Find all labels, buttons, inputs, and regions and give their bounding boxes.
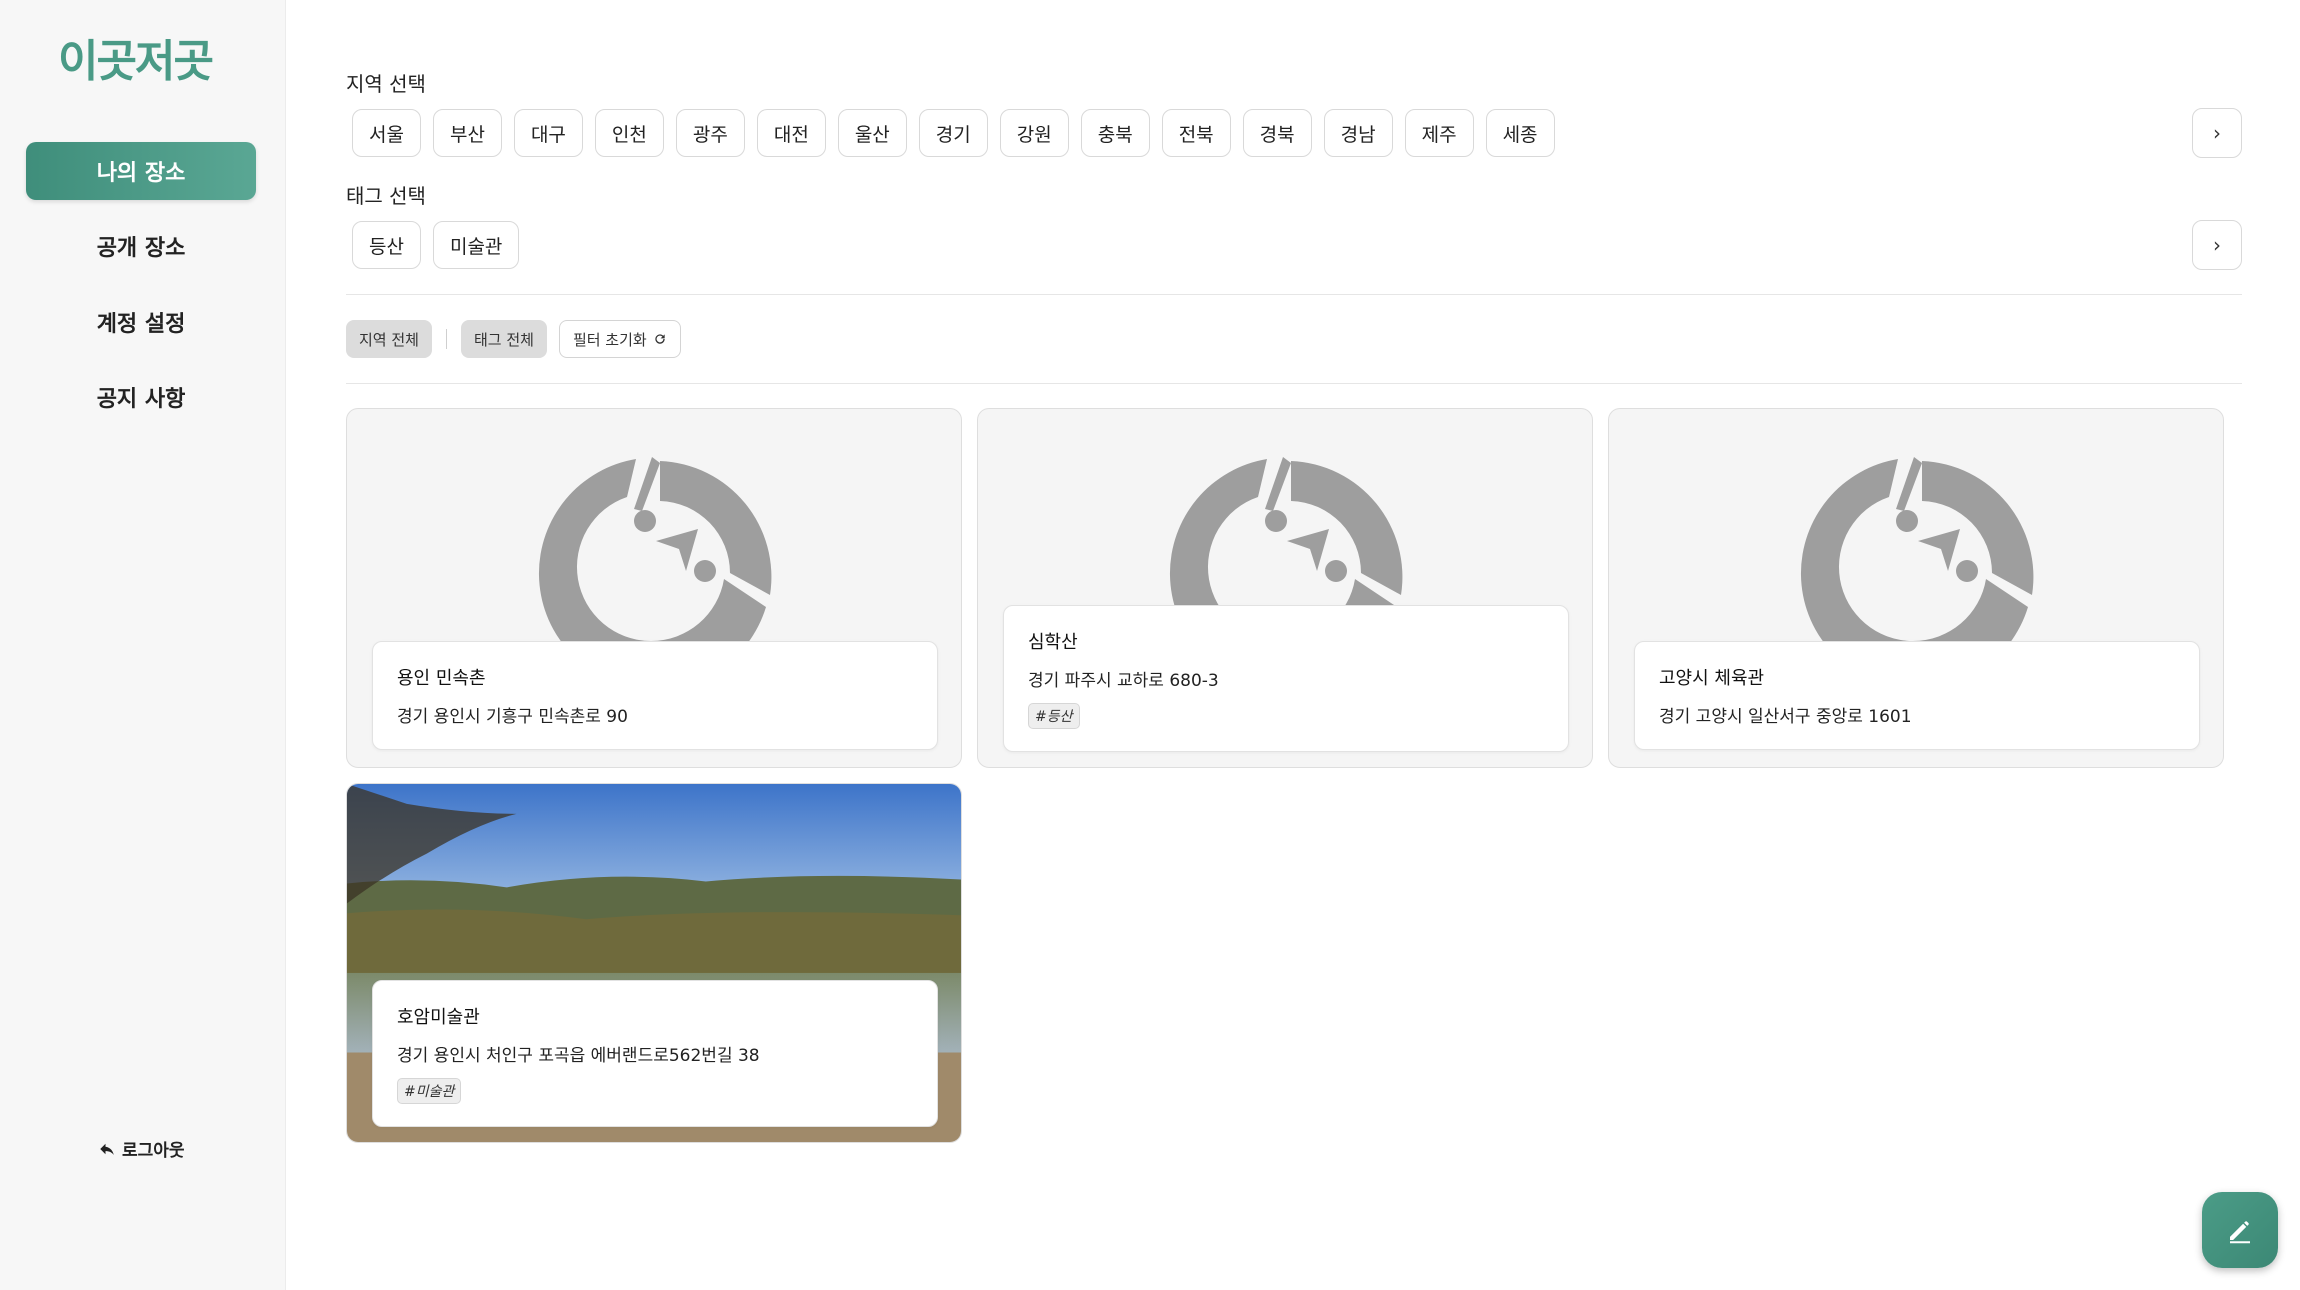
region-all-filter[interactable]: 지역 전체 bbox=[346, 320, 432, 358]
sidebar-item-label: 계정 설정 bbox=[96, 312, 186, 337]
compass-placeholder-icon bbox=[538, 457, 772, 649]
place-title: 심학산 bbox=[1028, 632, 1078, 653]
region-select-title: 지역 선택 bbox=[346, 72, 426, 96]
reply-arrow-icon bbox=[100, 1143, 114, 1155]
sidebar-item-notices[interactable]: 공지 사항 bbox=[26, 368, 256, 426]
place-title: 용인 민속촌 bbox=[397, 668, 486, 689]
tag-select-title: 태그 선택 bbox=[346, 184, 426, 208]
region-scroll-next-button[interactable]: › bbox=[2192, 108, 2242, 158]
region-chip[interactable]: 전북 bbox=[1161, 109, 1231, 157]
place-title: 고양시 체육관 bbox=[1659, 668, 1765, 689]
place-address: 경기 파주시 교하로 680-3 bbox=[1028, 671, 1219, 691]
chevron-right-icon: › bbox=[2213, 233, 2221, 257]
reset-filter-button[interactable]: 필터 초기화 bbox=[558, 320, 681, 358]
filter-separator bbox=[445, 329, 447, 349]
tag-all-label: 태그 전체 bbox=[473, 330, 534, 349]
sidebar-item-label: 나의 장소 bbox=[96, 161, 186, 186]
sidebar-item-public-places[interactable]: 공개 장소 bbox=[26, 217, 256, 275]
place-address: 경기 용인시 처인구 포곡읍 에버랜드로562번길 38 bbox=[397, 1046, 760, 1066]
app-logo[interactable]: 이곳저곳 bbox=[58, 30, 214, 87]
place-info-box: 호암미술관 경기 용인시 처인구 포곡읍 에버랜드로562번길 38 #미술관 bbox=[372, 980, 938, 1127]
compass-placeholder-icon bbox=[1800, 457, 2034, 649]
region-chip[interactable]: 부산 bbox=[432, 109, 502, 157]
place-title: 호암미술관 bbox=[397, 1007, 480, 1028]
region-chip[interactable]: 광주 bbox=[675, 109, 745, 157]
place-card[interactable]: 용인 민속촌 경기 용인시 기흥구 민속촌로 90 bbox=[346, 408, 962, 768]
logout-label: 로그아웃 bbox=[122, 1141, 185, 1161]
region-chip[interactable]: 충북 bbox=[1080, 109, 1150, 157]
place-info-box: 용인 민속촌 경기 용인시 기흥구 민속촌로 90 bbox=[372, 641, 938, 750]
tag-chip-list: 등산 미술관 bbox=[352, 221, 520, 269]
tag-chip[interactable]: 등산 bbox=[352, 221, 421, 269]
active-filter-bar: 지역 전체 태그 전체 필터 초기화 bbox=[346, 320, 681, 358]
divider bbox=[346, 383, 2242, 384]
place-card[interactable]: 호암미술관 경기 용인시 처인구 포곡읍 에버랜드로562번길 38 #미술관 bbox=[346, 783, 962, 1143]
place-card[interactable]: 심학산 경기 파주시 교하로 680-3 #등산 bbox=[977, 408, 1593, 768]
place-address: 경기 용인시 기흥구 민속촌로 90 bbox=[397, 707, 628, 727]
tag-chip[interactable]: 미술관 bbox=[432, 221, 520, 269]
region-chip[interactable]: 대전 bbox=[756, 109, 826, 157]
sidebar: 이곳저곳 나의 장소 공개 장소 계정 설정 공지 사항 로그아웃 bbox=[0, 0, 286, 1290]
region-chip[interactable]: 대구 bbox=[513, 109, 583, 157]
place-tag-badge: #미술관 bbox=[397, 1078, 462, 1104]
refresh-icon bbox=[655, 334, 665, 344]
region-all-label: 지역 전체 bbox=[359, 330, 419, 349]
place-info-box: 심학산 경기 파주시 교하로 680-3 #등산 bbox=[1003, 605, 1569, 752]
place-tag-badge: #등산 bbox=[1028, 703, 1080, 729]
region-chip[interactable]: 경기 bbox=[918, 109, 988, 157]
region-chip-list: 서울 부산 대구 인천 광주 대전 울산 경기 강원 충북 전북 경북 경남 제주 세종 bbox=[352, 109, 1555, 157]
pencil-icon bbox=[2230, 1221, 2250, 1244]
sidebar-item-my-places[interactable]: 나의 장소 bbox=[26, 142, 256, 200]
region-chip[interactable]: 세종 bbox=[1485, 109, 1555, 157]
region-chip[interactable]: 경남 bbox=[1323, 109, 1393, 157]
sidebar-item-label: 공지 사항 bbox=[96, 387, 186, 412]
write-place-button[interactable] bbox=[2202, 1192, 2278, 1268]
place-card[interactable]: 고양시 체육관 경기 고양시 일산서구 중앙로 1601 bbox=[1608, 408, 2224, 768]
divider bbox=[346, 294, 2242, 295]
region-chip[interactable]: 울산 bbox=[837, 109, 907, 157]
sidebar-item-account-settings[interactable]: 계정 설정 bbox=[26, 293, 256, 351]
region-chip[interactable]: 인천 bbox=[594, 109, 664, 157]
reset-filter-label: 필터 초기화 bbox=[572, 330, 647, 349]
chevron-right-icon: › bbox=[2213, 121, 2221, 145]
logout-button[interactable]: 로그아웃 bbox=[98, 1136, 185, 1161]
tag-scroll-next-button[interactable]: › bbox=[2192, 220, 2242, 270]
region-chip[interactable]: 서울 bbox=[352, 109, 421, 157]
sidebar-item-label: 공개 장소 bbox=[96, 236, 186, 261]
tag-all-filter[interactable]: 태그 전체 bbox=[460, 320, 547, 358]
region-chip[interactable]: 강원 bbox=[999, 109, 1069, 157]
place-info-box: 고양시 체육관 경기 고양시 일산서구 중앙로 1601 bbox=[1634, 641, 2200, 750]
region-chip[interactable]: 경북 bbox=[1242, 109, 1312, 157]
region-chip[interactable]: 제주 bbox=[1404, 109, 1474, 157]
place-address: 경기 고양시 일산서구 중앙로 1601 bbox=[1659, 707, 1912, 727]
